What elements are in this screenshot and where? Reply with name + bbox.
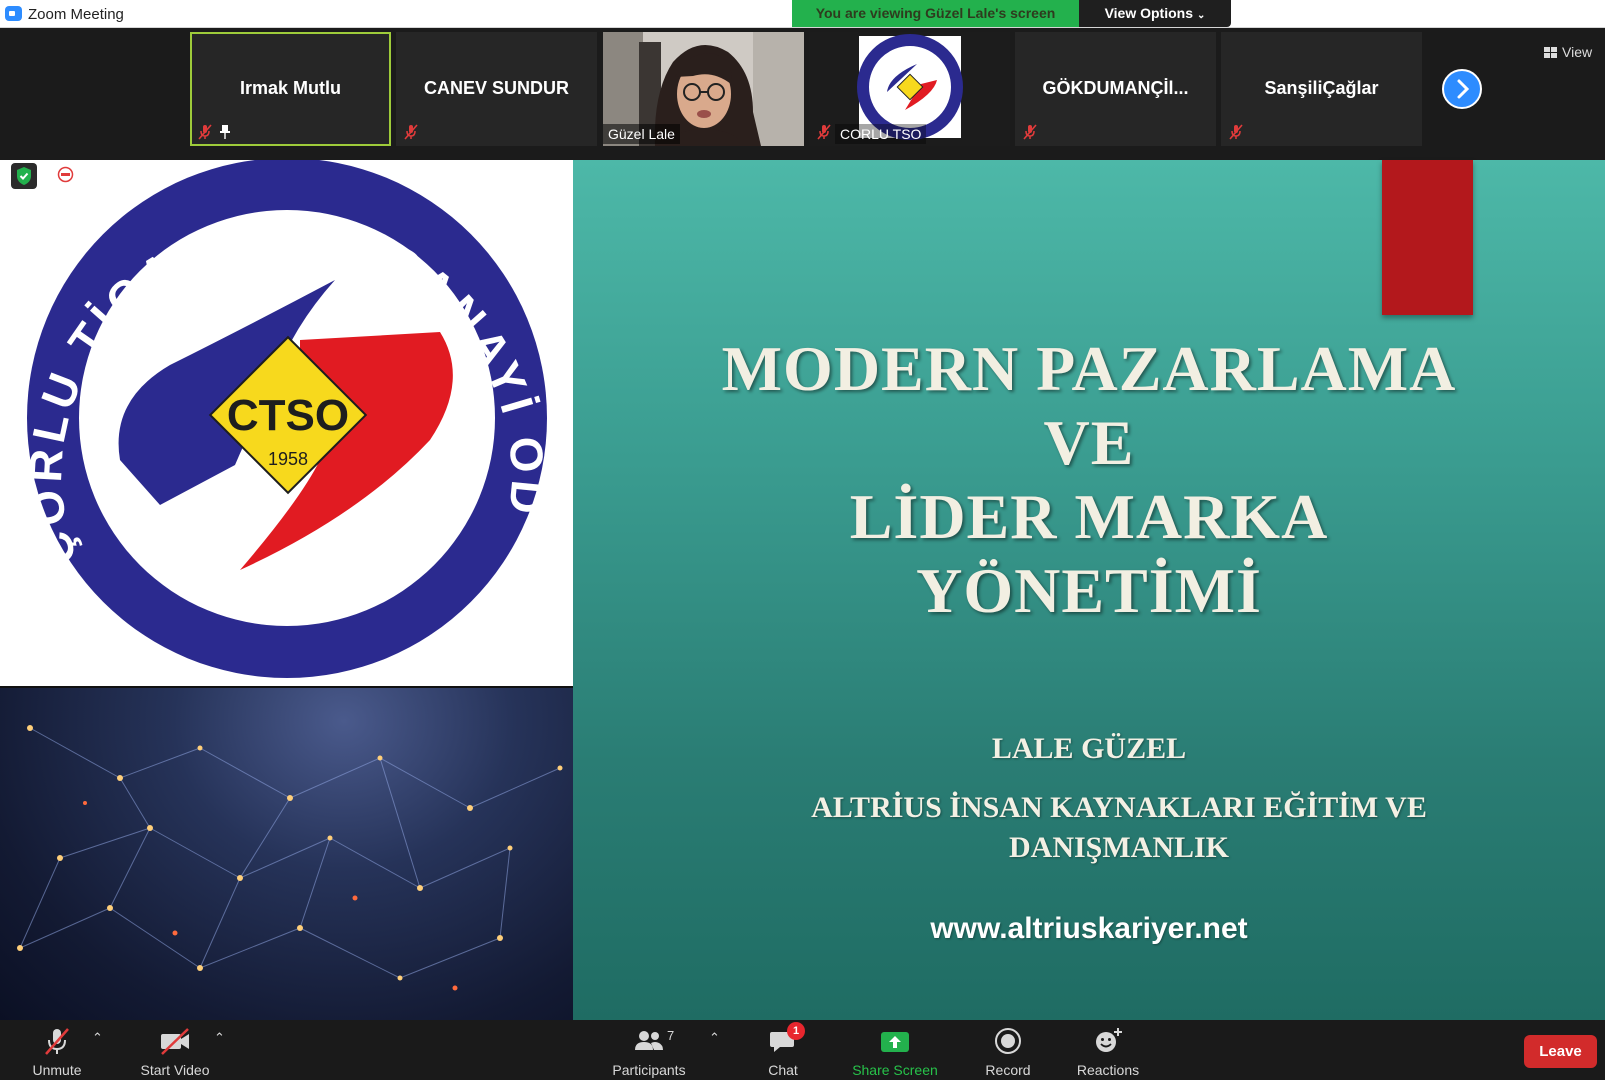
share-screen-label: Share Screen: [852, 1062, 938, 1078]
reactions-smiley-icon: [1096, 1028, 1122, 1052]
chevron-right-icon: [1457, 79, 1470, 99]
unmute-label: Unmute: [32, 1062, 82, 1078]
ctso-logo-graphic: ÇORLU TİCARET ve SANAYİ ODASI CTSO 1958: [0, 160, 549, 678]
unmute-button[interactable]: Unmute: [18, 1020, 96, 1080]
slide-title-line-2: VE: [1043, 407, 1135, 478]
chevron-down-icon: ⌄: [1197, 10, 1206, 21]
slide-title-line-4: YÖNETİMİ: [916, 555, 1262, 626]
slide-author: LALE GÜZEL: [991, 732, 1187, 765]
shared-screen: ÇORLU TİCARET ve SANAYİ ODASI CTSO 1958: [0, 160, 1605, 1020]
slide-company: ALTRİUS İNSAN KAYNAKLARI EĞİTİM VE DANIŞ…: [673, 788, 1565, 868]
participants-options-caret[interactable]: ⌃: [709, 1030, 720, 1046]
slide-company-line-1: ALTRİUS İNSAN KAYNAKLARI EĞİTİM VE: [811, 791, 1427, 824]
window-title: Zoom Meeting: [28, 6, 124, 23]
slide-title-line-3: LİDER MARKA: [849, 481, 1329, 552]
view-options-label: View Options: [1104, 5, 1194, 21]
participants-icon: [635, 1031, 663, 1050]
participants-button[interactable]: Participants: [604, 1020, 694, 1080]
mic-muted-icon: [198, 124, 212, 140]
record-icon: [995, 1028, 1021, 1054]
participant-tile-guzel-lale[interactable]: Güzel Lale: [603, 32, 804, 146]
participant-name: SanşiliÇağlar: [1264, 78, 1379, 98]
pin-icon: [220, 125, 230, 139]
viewing-screen-banner: You are viewing Güzel Lale's screen: [792, 0, 1079, 27]
slide-title: MODERN PAZARLAMA VE LİDER MARKA YÖNETİMİ: [573, 332, 1605, 628]
participant-name: Güzel Lale: [603, 124, 680, 144]
slide-accent-bar: [1382, 160, 1473, 315]
participant-name: CORLU TSO: [835, 124, 927, 144]
security-shield-button[interactable]: [11, 163, 37, 189]
slide-title-line-1: MODERN PAZARLAMA: [721, 333, 1457, 404]
chamber-logo: ÇORLU TİCARET ve SANAYİ ODASI CTSO 1958: [0, 160, 573, 686]
next-page-button[interactable]: [1442, 69, 1482, 109]
video-options-caret[interactable]: ⌃: [214, 1030, 225, 1046]
participant-tile-gokdumancil[interactable]: GÖKDUMANÇİl...: [1015, 32, 1216, 146]
participant-tile-canev-sundur[interactable]: CANEV SUNDUR: [396, 32, 597, 146]
participant-strip: Irmak Mutlu CANEV SUNDUR Güzel Lale CORL…: [0, 28, 1605, 160]
network-background-image: [0, 688, 573, 1020]
view-options-button[interactable]: View Options ⌄: [1079, 0, 1231, 27]
view-label: View: [1562, 44, 1593, 60]
meeting-toolbar: Unmute ⌃ Start Video ⌃ Participants 7 ⌃ …: [0, 1020, 1605, 1080]
grid-view-icon: [1544, 47, 1557, 58]
mic-muted-icon: [1229, 124, 1243, 140]
reactions-label: Reactions: [1076, 1062, 1140, 1078]
record-button[interactable]: Record: [968, 1020, 1048, 1080]
mic-muted-icon: [817, 124, 831, 140]
participants-count: 7: [667, 1028, 675, 1043]
mic-muted-icon: [45, 1028, 69, 1055]
mic-muted-icon: [404, 124, 418, 140]
logo-year-text: 1958: [268, 449, 308, 469]
start-video-label: Start Video: [140, 1062, 210, 1078]
slide-left-panel: ÇORLU TİCARET ve SANAYİ ODASI CTSO 1958: [0, 160, 573, 1020]
network-graphic: [17, 725, 563, 991]
chat-unread-badge: 1: [787, 1022, 805, 1040]
chat-button[interactable]: Chat: [750, 1020, 816, 1080]
title-bar: Zoom Meeting You are viewing Güzel Lale'…: [0, 0, 1605, 28]
audio-options-caret[interactable]: ⌃: [92, 1030, 103, 1046]
start-video-button[interactable]: Start Video: [130, 1020, 220, 1080]
participant-tile-sansilicaglar[interactable]: SanşiliÇağlar: [1221, 32, 1422, 146]
view-layout-button[interactable]: View: [1544, 44, 1592, 60]
slide-company-line-2: DANIŞMANLIK: [1008, 831, 1230, 864]
participant-tile-corlu-tso[interactable]: CORLU TSO: [809, 32, 1010, 146]
slide-website: www.altriuskariyer.net: [930, 912, 1248, 945]
participant-name: CANEV SUNDUR: [423, 78, 569, 98]
logo-center-text: CTSO: [227, 391, 349, 440]
share-screen-button[interactable]: Share Screen: [845, 1020, 945, 1080]
video-off-icon: [161, 1028, 189, 1055]
mic-muted-icon: [1023, 124, 1037, 140]
leave-button[interactable]: Leave: [1524, 1035, 1597, 1068]
participants-label: Participants: [612, 1062, 686, 1078]
shield-icon: [17, 167, 31, 185]
recording-indicator-icon: [57, 166, 74, 183]
reactions-button[interactable]: Reactions: [1068, 1020, 1148, 1080]
record-label: Record: [985, 1062, 1031, 1078]
zoom-app-icon: [5, 6, 22, 21]
presentation-slide: MODERN PAZARLAMA VE LİDER MARKA YÖNETİMİ…: [573, 160, 1605, 1020]
share-screen-icon: [881, 1032, 909, 1052]
chat-label: Chat: [768, 1062, 798, 1078]
participant-tile-irmak-mutlu[interactable]: Irmak Mutlu: [190, 32, 391, 146]
participant-name: GÖKDUMANÇİl...: [1042, 78, 1189, 98]
participant-name: Irmak Mutlu: [239, 78, 341, 98]
